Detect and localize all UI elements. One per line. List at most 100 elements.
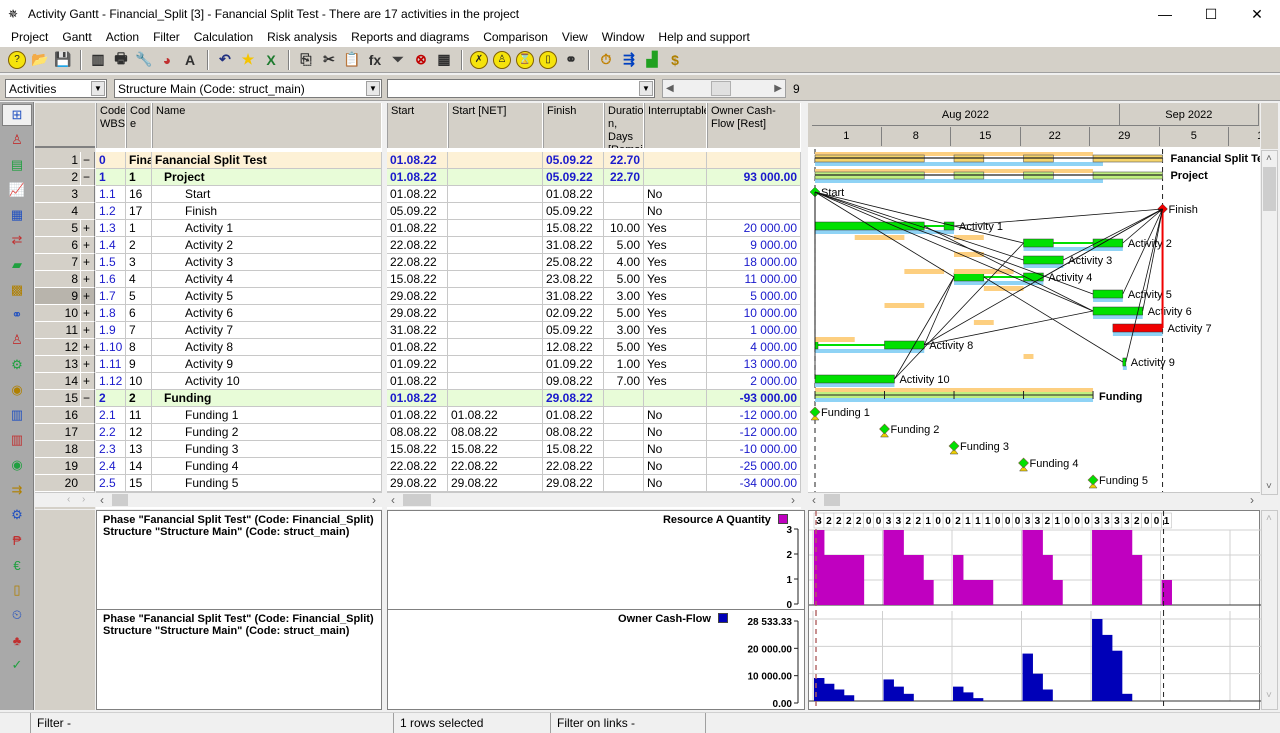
- view-select[interactable]: Activities ▼: [5, 79, 107, 98]
- filter-button[interactable]: ⏷: [387, 49, 409, 71]
- menu-reports-and-diagrams[interactable]: Reports and diagrams: [344, 30, 476, 44]
- row-header[interactable]: 9 +: [35, 288, 95, 305]
- people-assign-button[interactable]: ⇉: [2, 479, 32, 501]
- table-row[interactable]: 1.9 7 Activity 7: [96, 322, 382, 339]
- table-row[interactable]: 29.08.22 31.08.22 3.00 Yes 5 000.00: [387, 288, 801, 305]
- table-row[interactable]: 31.08.22 05.09.22 3.00 Yes 1 000.00: [387, 322, 801, 339]
- row-header[interactable]: 10 +: [35, 305, 95, 322]
- scroll-right-icon[interactable]: ›: [791, 493, 795, 507]
- table-row[interactable]: 2.3 13 Funding 3: [96, 441, 382, 458]
- scroll-down-icon[interactable]: ˅: [1266, 481, 1272, 492]
- columns-button[interactable]: ▥: [87, 49, 109, 71]
- scroll-thumb[interactable]: [824, 494, 840, 506]
- scroll-thumb[interactable]: [711, 81, 731, 96]
- table-row[interactable]: 1.6 4 Activity 4: [96, 271, 382, 288]
- save-button[interactable]: 💾: [52, 49, 74, 71]
- data-grid-hscroll[interactable]: ‹ ›: [387, 492, 801, 507]
- row-header[interactable]: 1−: [35, 152, 95, 169]
- menu-filter[interactable]: Filter: [146, 30, 187, 44]
- menu-action[interactable]: Action: [99, 30, 146, 44]
- table-row[interactable]: 15.08.22 15.08.22 15.08.22 No -10 000.00: [387, 441, 801, 458]
- clear-filter-button[interactable]: ⊗: [410, 49, 432, 71]
- currency-circle-button[interactable]: €: [2, 554, 32, 576]
- row-header[interactable]: 18: [35, 441, 95, 458]
- font-size-button[interactable]: A: [179, 49, 201, 71]
- schedule-button[interactable]: ⏱: [595, 49, 617, 71]
- zoom-scrollbar[interactable]: ◀ ▶: [662, 79, 786, 98]
- collapse-icon[interactable]: −: [80, 169, 92, 186]
- print-button[interactable]: 🖶: [110, 49, 132, 71]
- material-button[interactable]: ▥: [2, 404, 32, 426]
- menu-gantt[interactable]: Gantt: [55, 30, 98, 44]
- table-row[interactable]: 2 2 Funding: [96, 390, 382, 407]
- table-row[interactable]: 1.8 6 Activity 6: [96, 305, 382, 322]
- row-header[interactable]: 14 +: [35, 373, 95, 390]
- gantt-vscroll[interactable]: ˄ ˅: [1261, 150, 1278, 495]
- expand-icon[interactable]: +: [80, 305, 92, 322]
- expand-icon[interactable]: +: [80, 322, 92, 339]
- table-row[interactable]: 01.08.22 29.08.22 -93 000.00: [387, 390, 801, 407]
- scroll-left-icon[interactable]: ‹: [391, 493, 395, 507]
- table-row[interactable]: 2.5 15 Funding 5: [96, 475, 382, 492]
- expand-icon[interactable]: +: [80, 356, 92, 373]
- collapse-icon[interactable]: −: [80, 390, 92, 407]
- paste-button[interactable]: 📋: [341, 49, 363, 71]
- row-header[interactable]: 6 +: [35, 237, 95, 254]
- checklist-button[interactable]: ✓: [2, 654, 32, 676]
- colors-button[interactable]: ◕: [156, 49, 178, 71]
- table-row[interactable]: 2.4 14 Funding 4: [96, 458, 382, 475]
- row-header[interactable]: 17: [35, 424, 95, 441]
- network-button[interactable]: ⇄: [2, 229, 32, 251]
- people-button[interactable]: ♙: [2, 329, 32, 351]
- row-header[interactable]: 7 +: [35, 254, 95, 271]
- table-row[interactable]: 1.3 1 Activity 1: [96, 220, 382, 237]
- menu-help-and-support[interactable]: Help and support: [651, 30, 756, 44]
- scroll-left-icon[interactable]: ‹: [812, 493, 816, 507]
- table-row[interactable]: 01.08.22 15.08.22 10.00 Yes 20 000.00: [387, 220, 801, 237]
- collapse-icon[interactable]: −: [80, 152, 92, 169]
- help-button[interactable]: ?: [6, 49, 28, 71]
- bar-view-button[interactable]: ▤: [2, 154, 32, 176]
- table-row[interactable]: 2.1 11 Funding 1: [96, 407, 382, 424]
- table-row[interactable]: 1.12 10 Activity 10: [96, 373, 382, 390]
- material-off-button[interactable]: ⌛: [514, 49, 536, 71]
- map-view-button[interactable]: ▩: [2, 279, 32, 301]
- row-header[interactable]: 19: [35, 458, 95, 475]
- expand-icon[interactable]: +: [80, 339, 92, 356]
- money-calc-button[interactable]: $: [664, 49, 686, 71]
- resource-button[interactable]: ♙: [491, 49, 513, 71]
- col-header-duration[interactable]: Duratio n, Days [Remain: [604, 103, 644, 148]
- film-button[interactable]: ▦: [433, 49, 455, 71]
- table-row[interactable]: 15.08.22 23.08.22 5.00 Yes 11 000.00: [387, 271, 801, 288]
- table-row[interactable]: 05.09.22 05.09.22 No: [387, 203, 801, 220]
- cost-chart-button[interactable]: ▟: [641, 49, 663, 71]
- equipment-add-button[interactable]: ⚙: [2, 354, 32, 376]
- table-row[interactable]: 22.08.22 22.08.22 22.08.22 No -25 000.00: [387, 458, 801, 475]
- cut-button[interactable]: ✂: [318, 49, 340, 71]
- undo-button[interactable]: ↶: [214, 49, 236, 71]
- col-header-start[interactable]: Start: [387, 103, 448, 148]
- expand-icon[interactable]: +: [80, 237, 92, 254]
- table-row[interactable]: 01.08.22 05.09.22 22.70: [387, 152, 801, 169]
- equipment-assign-button[interactable]: ⚙: [2, 504, 32, 526]
- row-header-hscroll[interactable]: ‹ ›: [35, 492, 95, 507]
- minimize-button[interactable]: —: [1142, 0, 1188, 28]
- menu-project[interactable]: Project: [4, 30, 55, 44]
- menu-comparison[interactable]: Comparison: [476, 30, 555, 44]
- tree-button[interactable]: ♣: [2, 629, 32, 651]
- expand-icon[interactable]: +: [80, 271, 92, 288]
- row-header[interactable]: 3: [35, 186, 95, 203]
- table-row[interactable]: 01.09.22 01.09.22 1.00 Yes 13 000.00: [387, 356, 801, 373]
- table-row[interactable]: 0 Fina Fanancial Split Test: [96, 152, 382, 169]
- formula-button[interactable]: fx: [364, 49, 386, 71]
- row-header[interactable]: 11 +: [35, 322, 95, 339]
- row-header[interactable]: 16: [35, 407, 95, 424]
- gantt-chart[interactable]: Aug 2022Sep 2022 18152229512 Fanancial Sp…: [808, 103, 1260, 493]
- table-row[interactable]: 1.11 9 Activity 9: [96, 356, 382, 373]
- scroll-left-icon[interactable]: ◀: [666, 83, 674, 94]
- name-grid-hscroll[interactable]: ‹ ›: [96, 492, 382, 507]
- maximize-button[interactable]: ☐: [1188, 0, 1234, 28]
- expand-icon[interactable]: +: [80, 288, 92, 305]
- calendar-grid-button[interactable]: ▦: [2, 204, 32, 226]
- secondary-select[interactable]: ▼: [387, 79, 655, 98]
